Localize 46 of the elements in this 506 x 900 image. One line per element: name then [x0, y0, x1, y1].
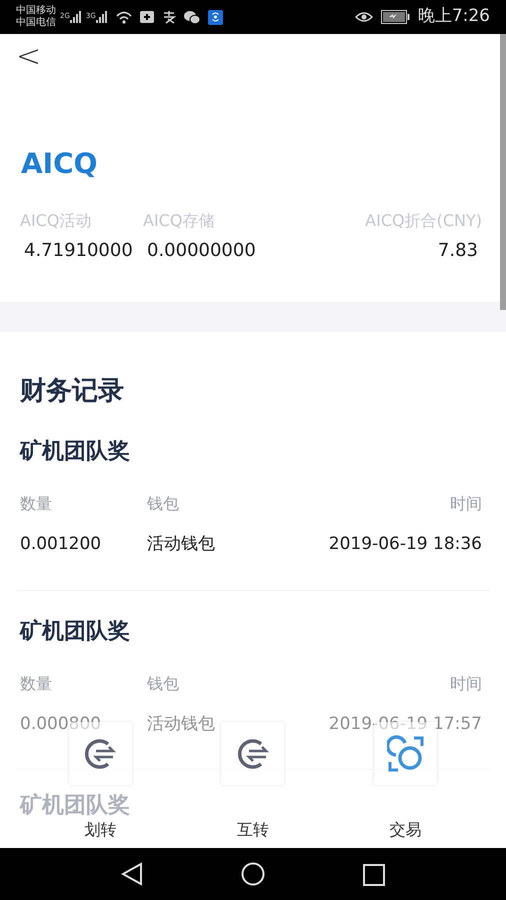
carrier-name: 中国移动: [16, 5, 56, 16]
record-title: 矿机团队奖: [20, 794, 130, 818]
record-value: 2019-06-19 18:36: [328, 533, 483, 556]
balance-label: AICQ活动: [20, 210, 92, 232]
hotspot-icon: [208, 10, 223, 24]
column-label: 数量: [20, 672, 53, 694]
triangle-icon: [121, 862, 143, 886]
action-label: 划转: [84, 821, 116, 839]
record-title: 矿机团队奖: [20, 618, 131, 646]
exchange-icon: [386, 734, 425, 772]
balance-value: 7.83: [436, 239, 479, 263]
circle-icon: [241, 862, 265, 886]
chat-icon: [184, 10, 200, 24]
column-label: 钱包: [147, 672, 179, 694]
record-value: 0.001200: [20, 533, 102, 556]
column-label: 钱包: [147, 493, 179, 515]
record-title: 矿机团队奖: [20, 438, 131, 466]
signal-icon: [70, 11, 82, 23]
eye-icon: [354, 11, 373, 23]
column-label: 时间: [450, 493, 483, 515]
action-button[interactable]: [221, 722, 284, 785]
recents-nav-button[interactable]: [362, 861, 386, 887]
carrier-name: 中国电信: [16, 17, 56, 29]
signal-icon: [96, 11, 108, 23]
wifi-icon: [116, 10, 132, 24]
square-icon: [363, 864, 385, 886]
balance-label: AICQ折合(CNY): [364, 210, 482, 232]
balance-label: AICQ存储: [143, 210, 216, 232]
balance-value: 0.00000000: [146, 239, 257, 263]
balance-value: 4.71910000: [23, 239, 134, 263]
back-button[interactable]: <: [0, 42, 42, 72]
home-nav-button[interactable]: [240, 860, 266, 888]
notification-icon: [140, 11, 154, 23]
column-label: 数量: [20, 493, 53, 515]
section-heading: 财务记录: [18, 375, 125, 408]
column-label: 时间: [450, 672, 483, 694]
battery-icon: [380, 10, 410, 24]
page-title: AICQ: [20, 146, 98, 182]
back-nav-button[interactable]: [120, 860, 144, 888]
record-value: 2019-06-19 17:57: [328, 712, 483, 736]
record-value: 活动钱包: [147, 712, 215, 736]
clock: 晚上7:26: [418, 5, 490, 28]
action-label: 交易: [390, 821, 422, 839]
action-label: 互转: [236, 821, 269, 839]
record-value: 0.000800: [20, 712, 102, 736]
record-value: 活动钱包: [147, 533, 215, 556]
